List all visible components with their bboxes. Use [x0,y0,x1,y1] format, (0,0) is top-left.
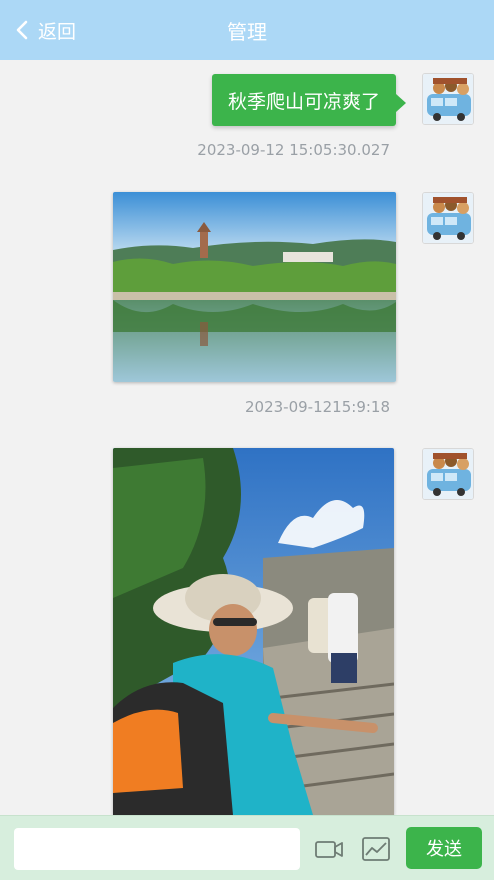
send-button[interactable]: 发送 [406,827,482,869]
message-timestamp: 2023-09-12 15:05:30.027 [197,141,390,159]
message-list[interactable]: 秋季爬山可凉爽了 2023-09-12 15:05:30.027 2023-09… [0,60,494,815]
avatar[interactable] [422,192,474,244]
message-image[interactable] [113,448,394,815]
message-timestamp: 2023-09-1215:9:18 [245,398,390,416]
message-bubble[interactable]: 秋季爬山可凉爽了 [212,74,396,126]
avatar[interactable] [422,73,474,125]
message-input[interactable] [14,828,300,870]
back-button[interactable]: 返回 [14,0,76,60]
image-icon[interactable] [361,834,391,864]
video-icon[interactable] [314,834,344,864]
back-label: 返回 [38,20,77,43]
bubble-tail [396,94,406,112]
chevron-left-icon [16,20,28,40]
top-bar: 返回 管理 [0,0,494,60]
message-input-bar: 发送 [0,815,494,880]
avatar[interactable] [422,448,474,500]
message-image[interactable] [113,192,396,382]
